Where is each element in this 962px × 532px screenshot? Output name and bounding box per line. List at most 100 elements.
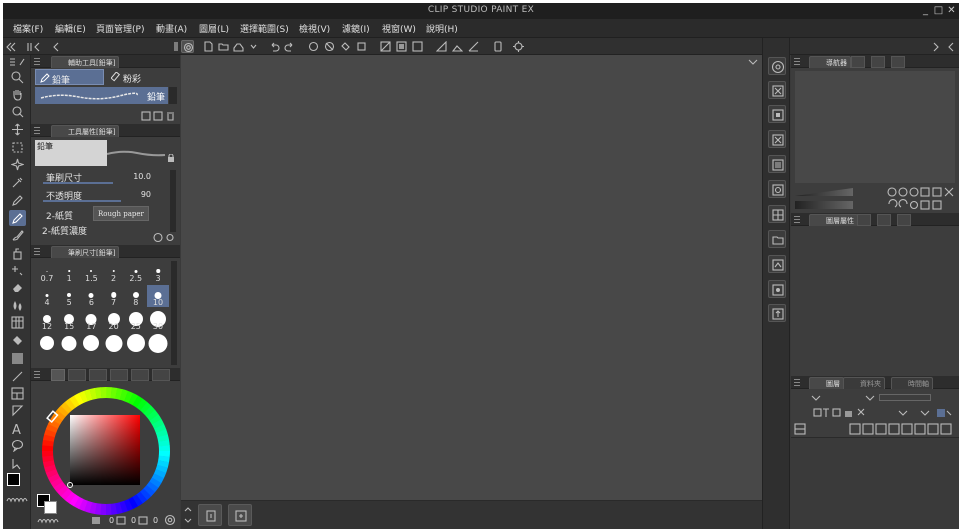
layer-folder-button[interactable] — [768, 230, 786, 248]
brush-size-slider[interactable] — [43, 182, 113, 184]
opacity-dropdown-icon[interactable] — [865, 394, 875, 402]
brush-size-option[interactable]: 1 — [58, 261, 80, 283]
menu-edit[interactable]: 編輯(E) — [55, 22, 86, 35]
navigator-tab[interactable]: 導航器 — [809, 56, 851, 68]
balloon-tool[interactable] — [9, 437, 26, 453]
brush-size-option[interactable]: 3 — [147, 261, 169, 283]
opacity-slider[interactable] — [43, 200, 121, 202]
eraser-tool[interactable] — [9, 279, 26, 295]
color-history-tab[interactable] — [152, 369, 170, 381]
panel-grip-icon[interactable] — [34, 248, 40, 255]
save-dropdown-button[interactable] — [247, 40, 260, 53]
subtool-tab[interactable]: 輔助工具[鉛筆] — [51, 56, 120, 68]
undo-button[interactable] — [268, 40, 281, 53]
move-tool[interactable] — [9, 121, 26, 137]
menu-view[interactable]: 檢視(V) — [299, 22, 330, 35]
layer-tab[interactable]: 圖層 — [809, 377, 844, 389]
brush-size-option[interactable]: 60 — [80, 333, 102, 355]
brush-size-option[interactable]: 100 — [147, 333, 169, 355]
rotate-slider[interactable] — [795, 201, 853, 209]
clear-outside-button[interactable] — [323, 40, 336, 53]
tablet-mode-button[interactable] — [491, 40, 504, 53]
brush-size-option[interactable]: 17 — [80, 309, 102, 331]
eyedropper-tool[interactable] — [9, 174, 26, 190]
brush-tool[interactable] — [9, 227, 26, 243]
navigator-controls-icon[interactable] — [887, 186, 957, 210]
open-file-button[interactable] — [217, 40, 230, 53]
gradient-tool[interactable] — [9, 350, 26, 366]
layer-group-button[interactable] — [768, 155, 786, 173]
layer-lock-icons[interactable] — [813, 407, 953, 419]
timeline-tab[interactable]: 時間軸 — [891, 377, 933, 389]
navigator-preview[interactable] — [795, 71, 955, 183]
frame-tool[interactable] — [9, 385, 26, 401]
paper-texture-value[interactable]: Rough paper — [93, 206, 149, 221]
brush-size-option[interactable]: 12 — [36, 309, 58, 331]
panel-grip-icon[interactable] — [34, 58, 40, 65]
clear-button[interactable] — [307, 40, 320, 53]
transform-button[interactable] — [355, 40, 368, 53]
layer-reference-button[interactable] — [768, 280, 786, 298]
figure-tool[interactable] — [9, 314, 26, 330]
history-tab[interactable] — [857, 214, 871, 226]
brush-size-option[interactable]: 1.5 — [80, 261, 102, 283]
close-button[interactable]: ✕ — [946, 4, 957, 17]
paper-texture-row[interactable]: 2-紙質 Rough paper — [39, 206, 169, 222]
layer-property-tab[interactable]: 圖層屬性 — [809, 214, 858, 226]
menu-window[interactable]: 視窗(W) — [382, 22, 416, 35]
chevron-left-2-icon[interactable] — [946, 42, 956, 52]
brush-size-option[interactable]: 30 — [147, 309, 169, 331]
expand-selection-button[interactable] — [411, 40, 424, 53]
sub-view-tab[interactable] — [851, 56, 865, 68]
subtool-item-pencil[interactable]: 鉛筆 — [35, 87, 168, 104]
airbrush-tool[interactable] — [9, 245, 26, 261]
color-slider-tab[interactable] — [68, 369, 86, 381]
tool-menu-icon[interactable] — [9, 57, 26, 67]
intermediate-color-tab[interactable] — [110, 369, 128, 381]
ruler-button[interactable] — [435, 40, 448, 53]
panel-grip-icon[interactable] — [794, 216, 800, 223]
opacity-row[interactable]: 不透明度 90 — [39, 188, 169, 203]
pen-tool[interactable] — [9, 192, 26, 208]
blend-tool[interactable] — [9, 297, 26, 313]
brush-size-option[interactable]: 6 — [80, 285, 102, 307]
panel-grip-icon[interactable] — [34, 127, 40, 134]
menu-layer[interactable]: 圖層(L) — [199, 22, 229, 35]
color-set-tab[interactable] — [89, 369, 107, 381]
menu-page[interactable]: 頁面管理(P) — [96, 22, 144, 35]
brush-size-option[interactable]: 7 — [103, 285, 125, 307]
layer-new-vector-button[interactable] — [768, 105, 786, 123]
clip-studio-button[interactable] — [181, 40, 194, 53]
layer-mask-button[interactable] — [768, 180, 786, 198]
line-tool[interactable] — [9, 368, 26, 384]
transparent-color-icon[interactable] — [6, 495, 28, 503]
layer-merge-button[interactable] — [768, 205, 786, 223]
canvas-fit-button[interactable] — [198, 504, 222, 526]
subtool-actions-icon[interactable] — [141, 111, 177, 121]
property-scrollbar[interactable] — [170, 170, 176, 232]
menu-help[interactable]: 說明(H) — [426, 22, 458, 35]
ruler-2-button[interactable] — [451, 40, 464, 53]
bottom-collapse-icon[interactable] — [184, 505, 192, 525]
redo-button[interactable] — [283, 40, 296, 53]
layer-opacity-slider[interactable] — [879, 394, 931, 401]
brush-size-option[interactable]: 0.7 — [36, 261, 58, 283]
selection-tool[interactable] — [9, 139, 26, 155]
new-file-button[interactable] — [202, 40, 215, 53]
menu-selection[interactable]: 選擇範圍(S) — [240, 22, 289, 35]
material-button[interactable] — [768, 57, 786, 75]
brush-size-option[interactable]: 70 — [103, 333, 125, 355]
brush-size-option[interactable]: 5 — [58, 285, 80, 307]
color-mode-icon[interactable] — [91, 516, 101, 525]
property-settings-icon[interactable] — [153, 232, 177, 243]
info-tab[interactable] — [897, 214, 911, 226]
chevron-right-icon[interactable] — [931, 42, 941, 52]
zoom-tool[interactable] — [9, 69, 26, 85]
auto-action-tab[interactable] — [877, 214, 891, 226]
blend-mode-dropdown-icon[interactable] — [811, 394, 821, 402]
chevron-left-icon[interactable] — [51, 42, 61, 52]
settings-button[interactable] — [512, 40, 525, 53]
layer-export-button[interactable] — [768, 304, 786, 322]
brush-size-option[interactable]: 40 — [36, 333, 58, 355]
lock-icon[interactable] — [167, 154, 175, 162]
